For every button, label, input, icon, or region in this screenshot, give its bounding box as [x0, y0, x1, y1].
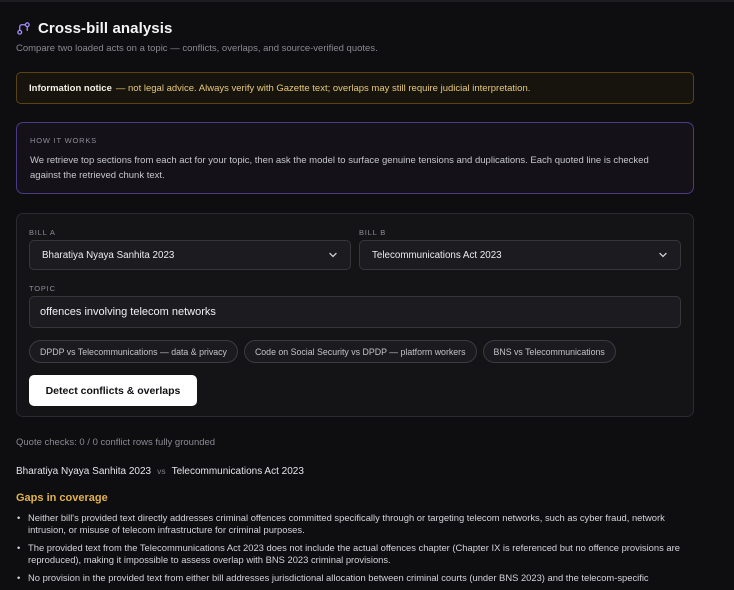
analysis-form: BILL A Bharatiya Nyaya Sanhita 2023 BILL…	[16, 213, 694, 417]
chevron-down-icon	[329, 252, 337, 258]
suggestion-chip[interactable]: Code on Social Security vs DPDP — platfo…	[243, 340, 477, 363]
compared-bill-a: Bharatiya Nyaya Sanhita 2023	[16, 466, 152, 477]
suggestion-chip[interactable]: DPDP vs Telecommunications — data & priv…	[29, 340, 238, 363]
git-compare-icon	[16, 21, 31, 36]
how-it-works-text: We retrieve top sections from each act f…	[30, 155, 649, 181]
list-item: The provided text from the Telecommunica…	[16, 542, 696, 566]
notice-label: Information notice	[29, 82, 112, 94]
suggestion-chips: DPDP vs Telecommunications — data & priv…	[29, 340, 616, 363]
bill-a-value: Bharatiya Nyaya Sanhita 2023	[42, 249, 175, 261]
bill-b-label: BILL B	[359, 228, 387, 237]
suggestion-chip[interactable]: BNS vs Telecommunications	[482, 340, 616, 363]
how-it-works-label: HOW IT WORKS	[30, 136, 97, 145]
vs-separator: vs	[157, 466, 166, 476]
top-border	[0, 0, 734, 2]
list-item: No provision in the provided text from e…	[16, 572, 696, 584]
how-it-works-card: HOW IT WORKS We retrieve top sections fr…	[16, 122, 694, 194]
list-item: Neither bill's provided text directly ad…	[16, 512, 696, 536]
chevron-down-icon	[659, 252, 667, 258]
compared-bills: Bharatiya Nyaya Sanhita 2023 vs Telecomm…	[16, 466, 304, 477]
topic-input[interactable]: offences involving telecom networks	[29, 296, 681, 328]
page-subtitle: Compare two loaded acts on a topic — con…	[16, 43, 378, 54]
bill-a-select[interactable]: Bharatiya Nyaya Sanhita 2023	[29, 240, 351, 270]
detect-conflicts-button[interactable]: Detect conflicts & overlaps	[29, 375, 197, 406]
page-header: Cross-bill analysis	[16, 20, 172, 37]
page-title: Cross-bill analysis	[38, 20, 173, 37]
bill-b-select[interactable]: Telecommunications Act 2023	[359, 240, 681, 270]
gaps-list: Neither bill's provided text directly ad…	[16, 512, 696, 590]
compared-bill-b: Telecommunications Act 2023	[171, 466, 304, 477]
bill-b-value: Telecommunications Act 2023	[372, 249, 502, 261]
notice-text: — not legal advice. Always verify with G…	[115, 82, 531, 94]
gaps-heading: Gaps in coverage	[16, 492, 108, 504]
topic-label: TOPIC	[29, 284, 56, 293]
information-notice: Information notice — not legal advice. A…	[16, 72, 694, 104]
quote-checks-status: Quote checks: 0 / 0 conflict rows fully …	[16, 437, 216, 448]
bill-a-label: BILL A	[29, 228, 56, 237]
